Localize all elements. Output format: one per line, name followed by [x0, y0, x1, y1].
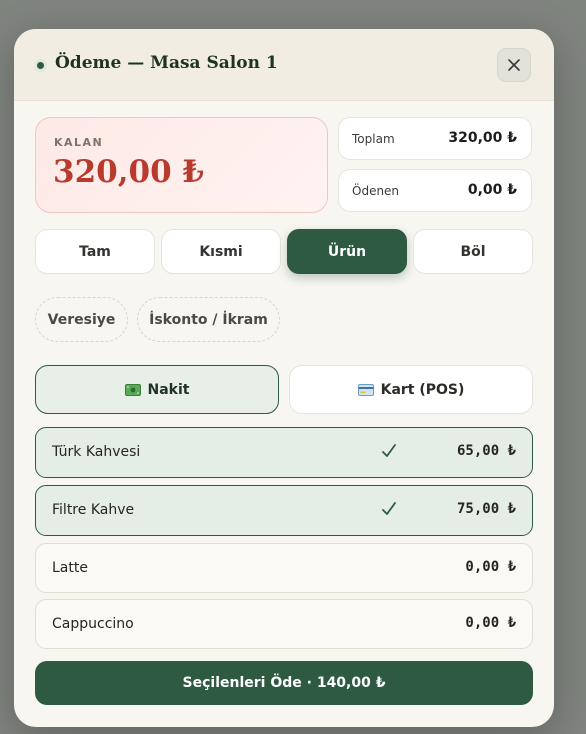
close-icon	[508, 59, 520, 71]
modal-title: Ödeme — Masa Salon 1	[55, 53, 278, 73]
item-row-filtre-kahve[interactable]: Filtre Kahve 75,00 ₺	[35, 485, 533, 536]
total-value: 320,00 ₺	[448, 130, 517, 146]
item-price: 75,00 ₺	[456, 501, 516, 517]
item-name: Türk Kahvesi	[52, 444, 141, 460]
total-label: Toplam	[352, 132, 395, 146]
item-row-cappuccino[interactable]: Cappuccino 0,00 ₺	[35, 599, 533, 649]
item-price: 0,00 ₺	[465, 559, 516, 575]
credit-card-icon	[357, 383, 374, 396]
modal-header: Ödeme — Masa Salon 1	[14, 29, 554, 101]
status-dot-icon	[34, 59, 47, 72]
total-card: Toplam 320,00 ₺	[338, 117, 532, 160]
cash-method-button[interactable]: Nakit	[35, 365, 279, 414]
remaining-value: 320,00 ₺	[53, 154, 205, 190]
item-row-latte[interactable]: Latte 0,00 ₺	[35, 543, 533, 593]
item-name: Cappuccino	[52, 616, 134, 632]
paid-label: Ödenen	[352, 184, 400, 198]
pay-selected-button[interactable]: Seçilenleri Öde · 140,00 ₺	[35, 661, 533, 705]
paid-card: Ödenen 0,00 ₺	[338, 169, 532, 212]
banknote-icon	[124, 383, 141, 396]
check-icon	[382, 444, 396, 457]
card-method-button[interactable]: Kart (POS)	[289, 365, 533, 414]
type-urun-button[interactable]: Ürün	[287, 229, 407, 274]
check-icon	[382, 502, 396, 515]
type-bol-button[interactable]: Böl	[413, 229, 533, 274]
close-button[interactable]	[497, 48, 531, 82]
type-tam-button[interactable]: Tam	[35, 229, 155, 274]
credit-button[interactable]: Veresiye	[35, 297, 128, 342]
item-name: Filtre Kahve	[52, 502, 135, 518]
remaining-card: KALAN 320,00 ₺	[35, 117, 328, 213]
item-name: Latte	[52, 560, 88, 576]
item-price: 65,00 ₺	[456, 443, 516, 459]
item-row-turk-kahvesi[interactable]: Türk Kahvesi 65,00 ₺	[35, 427, 533, 478]
paid-value: 0,00 ₺	[467, 182, 517, 198]
discount-button[interactable]: İskonto / İkram	[137, 297, 280, 342]
type-kismi-button[interactable]: Kısmi	[161, 229, 281, 274]
payment-modal: Ödeme — Masa Salon 1 KALAN 320,00 ₺ Topl…	[14, 29, 554, 727]
remaining-label: KALAN	[54, 136, 104, 149]
item-price: 0,00 ₺	[465, 615, 516, 631]
card-method-label: Kart (POS)	[380, 381, 465, 398]
cash-method-label: Nakit	[147, 381, 190, 398]
